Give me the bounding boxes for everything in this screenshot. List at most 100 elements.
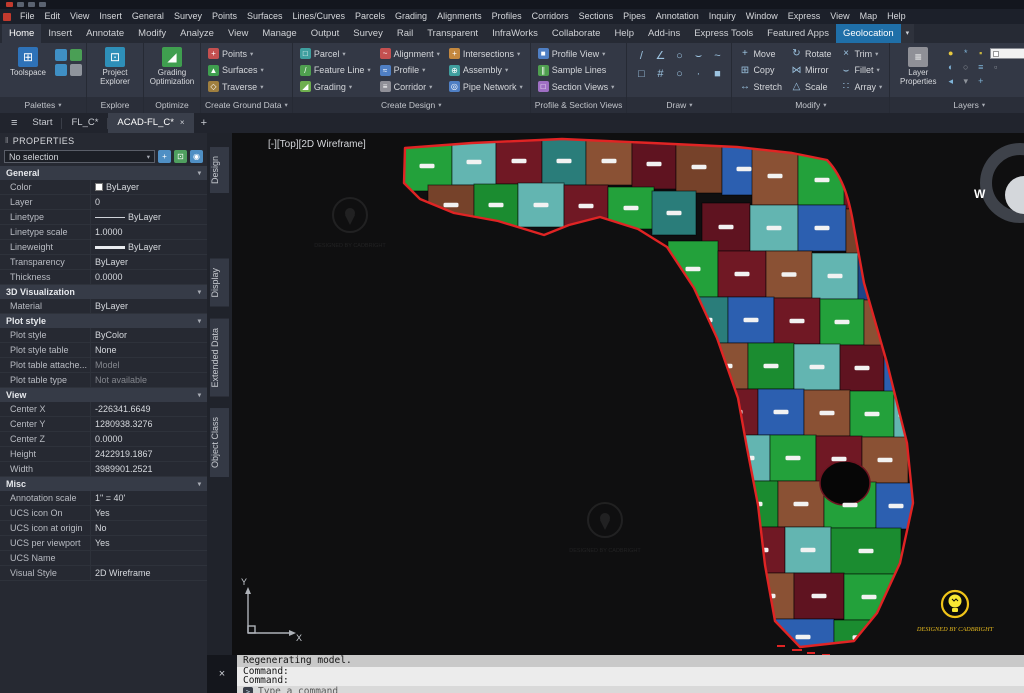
ribbon-tab-featured-apps[interactable]: Featured Apps	[760, 24, 836, 43]
layer-merge-icon[interactable]: +	[975, 76, 986, 87]
tool-palettes-icon[interactable]	[55, 49, 67, 61]
circle-icon[interactable]: ○	[672, 49, 686, 63]
side-tab-display[interactable]: Display	[210, 259, 229, 307]
survey-palette-icon[interactable]	[55, 64, 67, 76]
menu-item-corridors[interactable]: Corridors	[527, 9, 574, 24]
section-header-3d-visualization[interactable]: 3D Visualization▾	[0, 285, 207, 299]
grading-optimization-button[interactable]: ◢Grading Optimization	[148, 44, 196, 96]
side-tab-extended-data[interactable]: Extended Data	[210, 319, 229, 397]
close-icon[interactable]: ×	[180, 113, 185, 133]
property-value-center-y[interactable]: 1280938.3276	[90, 417, 207, 431]
close-icon[interactable]: ×	[219, 668, 225, 680]
rotate-button[interactable]: ↻Rotate	[788, 46, 835, 61]
command-input[interactable]: >Type a command	[237, 686, 1024, 693]
menu-item-view[interactable]: View	[65, 9, 94, 24]
layer-on-icon[interactable]: ●	[945, 48, 956, 59]
hamburger-icon[interactable]: ≡	[5, 117, 23, 129]
drawing-tab-fl-c[interactable]: FL_C*	[62, 113, 107, 133]
corridor-button[interactable]: ≡Corridor▾	[377, 79, 443, 94]
redo-icon[interactable]	[39, 2, 46, 7]
panel-label-draw[interactable]: Draw▾	[627, 97, 731, 113]
ribbon-tab-modify[interactable]: Modify	[131, 24, 173, 43]
property-value-plot-style-table[interactable]: None	[90, 343, 207, 357]
menu-item-annotation[interactable]: Annotation	[651, 9, 704, 24]
move-button[interactable]: +Move	[736, 46, 785, 61]
surfaces-button[interactable]: ▲Surfaces▾	[205, 63, 267, 78]
menu-item-lines-curves[interactable]: Lines/Curves	[288, 9, 351, 24]
ribbon-tab-options-icon[interactable]: ▾	[901, 24, 915, 43]
ribbon-tab-geolocation[interactable]: Geolocation	[836, 24, 901, 43]
spline-icon[interactable]: ~	[710, 49, 724, 63]
palette-grip-icon[interactable]: ‖	[5, 136, 9, 145]
line-icon[interactable]: /	[634, 49, 648, 63]
property-value-ucs-icon-on[interactable]: Yes	[90, 506, 207, 520]
panel-label-profile-section-views[interactable]: Profile & Section Views	[531, 97, 627, 113]
section-header-view[interactable]: View▾	[0, 388, 207, 402]
ribbon-tab-manage[interactable]: Manage	[255, 24, 303, 43]
profile-view-button[interactable]: ■Profile View▾	[535, 46, 618, 61]
ribbon-tab-transparent[interactable]: Transparent	[420, 24, 485, 43]
mirror-button[interactable]: ⋈Mirror	[788, 63, 835, 78]
menu-item-profiles[interactable]: Profiles	[487, 9, 527, 24]
menu-item-view[interactable]: View	[825, 9, 854, 24]
sample-lines-button[interactable]: ∥Sample Lines	[535, 63, 618, 78]
panel-label-explore[interactable]: Explore	[87, 97, 143, 113]
property-value-layer[interactable]: 0	[90, 195, 207, 209]
menu-item-sections[interactable]: Sections	[574, 9, 619, 24]
property-value-ucs-name[interactable]	[90, 551, 207, 565]
property-value-width[interactable]: 3989901.2521	[90, 462, 207, 476]
fillet-button[interactable]: ⌣Fillet▾	[837, 63, 885, 78]
array-button[interactable]: ∷Array▾	[837, 79, 885, 94]
menu-item-alignments[interactable]: Alignments	[432, 9, 487, 24]
trim-button[interactable]: ×Trim▾	[837, 46, 885, 61]
ribbon-tab-annotate[interactable]: Annotate	[79, 24, 131, 43]
menu-item-parcels[interactable]: Parcels	[350, 9, 390, 24]
command-window-handle[interactable]: ×	[207, 655, 237, 693]
menu-item-map[interactable]: Map	[855, 9, 883, 24]
property-value-visual-style[interactable]: 2D Wireframe	[90, 566, 207, 580]
scale-button[interactable]: △Scale	[788, 79, 835, 94]
property-value-center-z[interactable]: 0.0000	[90, 432, 207, 446]
ribbon-tab-help[interactable]: Help	[607, 24, 641, 43]
project-explorer-button[interactable]: ⊡Project Explorer	[91, 44, 139, 96]
menu-item-file[interactable]: File	[15, 9, 40, 24]
copy-button[interactable]: ⊞Copy	[736, 63, 785, 78]
traverse-button[interactable]: ◇Traverse▾	[205, 79, 267, 94]
app-menu-icon[interactable]	[6, 2, 13, 7]
intersections-button[interactable]: +Intersections▾	[446, 46, 526, 61]
property-value-plot-table-type[interactable]: Not available	[90, 373, 207, 387]
stretch-button[interactable]: ↔Stretch	[736, 79, 785, 94]
menu-item-edit[interactable]: Edit	[40, 9, 66, 24]
ribbon-tab-output[interactable]: Output	[304, 24, 347, 43]
section-header-plot-style[interactable]: Plot style▾	[0, 314, 207, 328]
menu-item-insert[interactable]: Insert	[94, 9, 127, 24]
layer-walk-icon[interactable]: ▫	[990, 62, 1001, 73]
panel-label-create-design[interactable]: Create Design▾	[293, 97, 530, 113]
panel-label-create-ground-data[interactable]: Create Ground Data▾	[201, 97, 292, 113]
panorama-palette-icon[interactable]	[70, 64, 82, 76]
property-value-material[interactable]: ByLayer	[90, 299, 207, 313]
drawing-tab-start[interactable]: Start	[23, 113, 61, 133]
points-button[interactable]: +Points▾	[205, 46, 267, 61]
new-tab-button[interactable]: +	[194, 117, 214, 129]
drawing-canvas[interactable]: [-][Top][2D Wireframe] W DESIGNED BY CAD…	[232, 133, 1024, 655]
menu-item-grading[interactable]: Grading	[390, 9, 432, 24]
menu-item-help[interactable]: Help	[882, 9, 911, 24]
hatch-icon[interactable]: #	[653, 67, 667, 81]
ribbon-tab-collaborate[interactable]: Collaborate	[545, 24, 608, 43]
layer-prev-icon[interactable]: ◂	[945, 76, 956, 87]
arc-icon[interactable]: ⌣	[691, 49, 705, 63]
property-value-lineweight[interactable]: ByLayer	[90, 240, 207, 254]
drawing-tab-acad-fl-c[interactable]: ACAD-FL_C*×	[108, 113, 193, 133]
panel-label-palettes[interactable]: Palettes▾	[0, 97, 86, 113]
pipe-network-button[interactable]: ◎Pipe Network▾	[446, 79, 526, 94]
section-header-general[interactable]: General▾	[0, 166, 207, 180]
layer-dropdown[interactable]	[990, 48, 1024, 59]
layer-freeze-icon[interactable]: *	[960, 48, 971, 59]
layer-state-icon[interactable]: ▾	[960, 76, 971, 87]
properties-palette-icon[interactable]	[70, 49, 82, 61]
polyline-icon[interactable]: ∠	[653, 49, 667, 63]
command-line[interactable]: Regenerating model.Command:Command:>Type…	[237, 655, 1024, 693]
toolspace-button[interactable]: ⊞Toolspace	[4, 44, 52, 96]
ribbon-tab-add-ins[interactable]: Add-ins	[641, 24, 687, 43]
